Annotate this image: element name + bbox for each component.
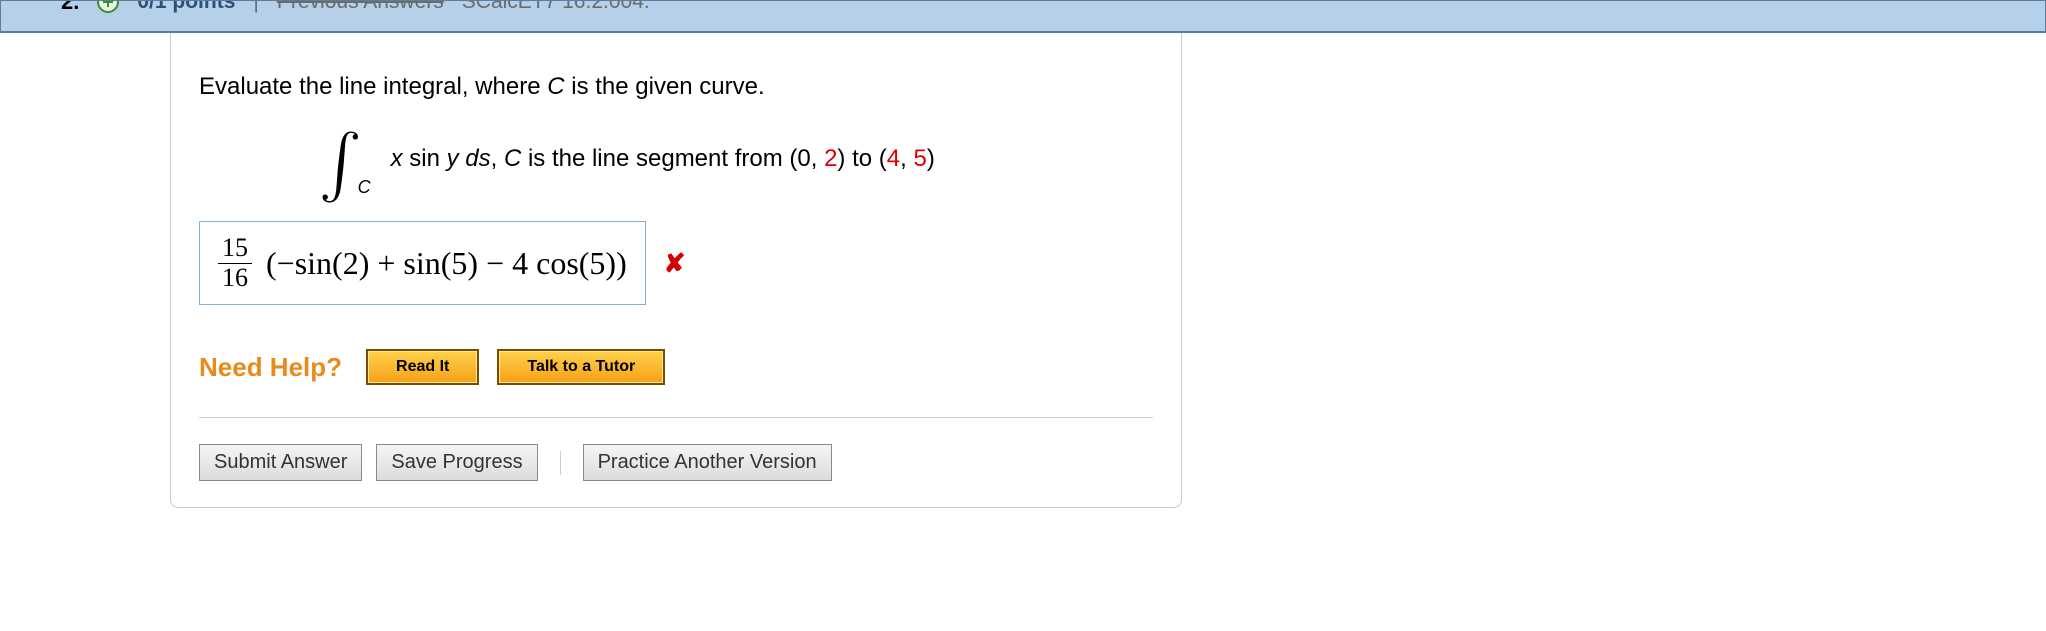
question-header: 2. 0/1 points | Previous Answers SCalcET…	[0, 0, 2046, 33]
comma: ,	[491, 145, 498, 172]
action-row: Submit Answer Save Progress Practice Ano…	[171, 444, 1181, 481]
fraction-numerator: 15	[218, 234, 252, 264]
curve-c: C	[504, 145, 528, 172]
seg-mid: ) to (	[837, 145, 886, 172]
seg-prefix: is the line segment from (0,	[528, 145, 824, 172]
curve-variable: C	[547, 73, 564, 100]
practice-another-button[interactable]: Practice Another Version	[583, 444, 832, 481]
question-prompt: Evaluate the line integral, where C is t…	[199, 73, 1153, 101]
fraction: 15 16	[218, 234, 252, 292]
integral-sign-icon: ∫	[319, 132, 362, 196]
ds-text: ds	[459, 145, 491, 172]
seg-end: )	[927, 145, 935, 172]
expand-plus-icon[interactable]	[97, 0, 119, 13]
answer-row: 15 16 (−sin(2) + sin(5) − 4 cos(5)) ✘	[199, 221, 1153, 305]
points-label: 0/1 points	[137, 0, 235, 14]
point1-y: 2	[824, 145, 837, 172]
vertical-separator	[560, 451, 561, 475]
answer-input-display[interactable]: 15 16 (−sin(2) + sin(5) − 4 cos(5))	[199, 221, 646, 305]
answer-expression: (−sin(2) + sin(5) − 4 cos(5))	[266, 245, 627, 282]
var-y: y	[447, 145, 459, 172]
prompt-prefix: Evaluate the line integral, where	[199, 73, 547, 100]
talk-to-tutor-button[interactable]: Talk to a Tutor	[497, 349, 665, 385]
incorrect-mark-icon: ✘	[664, 248, 686, 279]
point2-x: 4	[887, 145, 900, 172]
fraction-denominator: 16	[218, 264, 252, 293]
var-x: x	[391, 145, 403, 172]
divider-pipe: |	[253, 0, 258, 14]
help-row: Need Help? Read It Talk to a Tutor	[199, 349, 1153, 418]
question-body: Evaluate the line integral, where C is t…	[170, 33, 1182, 508]
save-progress-button[interactable]: Save Progress	[376, 444, 537, 481]
sin-text: sin	[403, 145, 447, 172]
integral-subscript: C	[358, 177, 371, 198]
integrand-text: x sin y ds, C is the line segment from (…	[391, 145, 935, 173]
seg-comma: ,	[900, 145, 913, 172]
integral-expression: ∫ C x sin y ds, C is the line segment fr…	[319, 127, 1153, 191]
previous-answers-link[interactable]: Previous Answers	[277, 0, 444, 14]
prompt-suffix: is the given curve.	[565, 73, 765, 100]
point2-y: 5	[913, 145, 926, 172]
question-source: SCalcET7 16.2.004.	[462, 0, 650, 14]
submit-answer-button[interactable]: Submit Answer	[199, 444, 362, 481]
question-number: 2.	[61, 0, 79, 15]
read-it-button[interactable]: Read It	[366, 349, 479, 385]
need-help-label: Need Help?	[199, 352, 342, 383]
